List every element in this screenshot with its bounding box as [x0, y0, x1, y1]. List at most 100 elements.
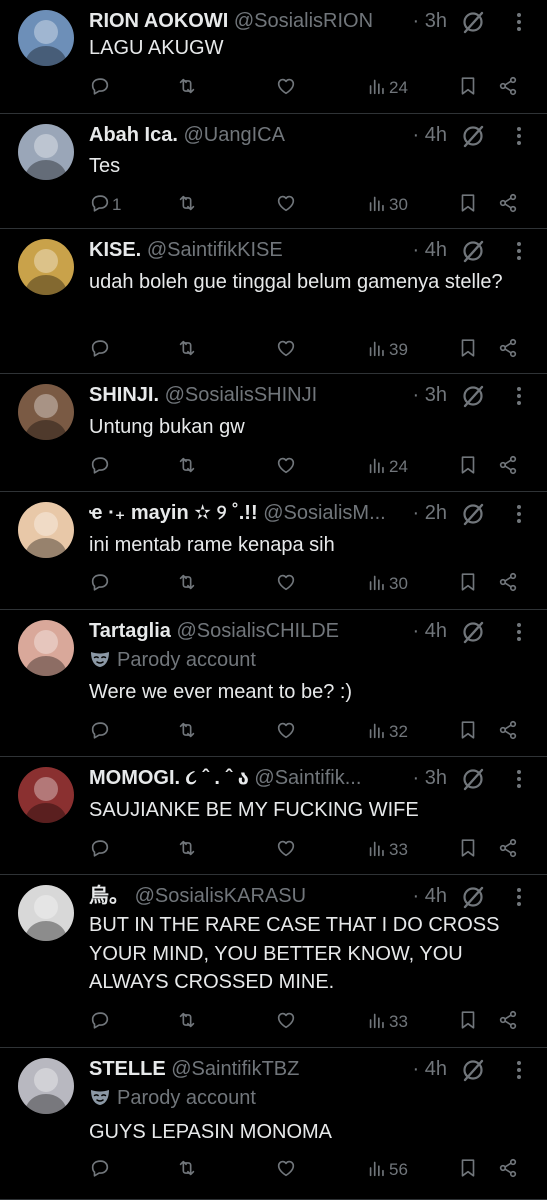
bookmark-button[interactable]	[457, 190, 479, 220]
display-name[interactable]: SHINJI.	[89, 384, 159, 406]
more-icon[interactable]	[508, 239, 530, 263]
display-name[interactable]: STELLE	[89, 1058, 166, 1080]
user-handle[interactable]: @SaintifikKISE	[147, 239, 283, 261]
avatar[interactable]	[18, 767, 74, 823]
bookmark-button[interactable]	[457, 335, 479, 365]
share-button[interactable]	[497, 717, 519, 747]
display-name[interactable]: ҽ ·₊ mayin ✫ ୨ ˚.!!	[89, 502, 258, 524]
views-button[interactable]: 33	[366, 1007, 408, 1037]
display-name[interactable]: 烏。	[89, 885, 129, 907]
tweet[interactable]: MOMOGI. ૮ ˆ . ˆ ა @Saintifik... · 3h SAUJI…	[0, 757, 547, 875]
share-button[interactable]	[497, 190, 519, 220]
timestamp[interactable]: · 4h	[408, 1056, 447, 1082]
like-button[interactable]	[275, 73, 297, 103]
bookmark-button[interactable]	[457, 717, 479, 747]
avatar[interactable]	[18, 239, 74, 295]
timestamp[interactable]: · 2h	[408, 500, 447, 526]
views-button[interactable]: 39	[366, 335, 408, 365]
reply-button[interactable]	[89, 73, 112, 103]
reply-button[interactable]	[89, 717, 112, 747]
reply-button[interactable]	[89, 335, 112, 365]
avatar[interactable]	[18, 1058, 74, 1114]
user-handle[interactable]: @SaintifikTBZ	[171, 1058, 299, 1080]
avatar[interactable]	[18, 10, 74, 66]
reply-button[interactable]: 1	[89, 190, 121, 220]
share-button[interactable]	[497, 835, 519, 865]
tweet[interactable]: Abah Ica. @UangICA · 4h Tes 1 30	[0, 114, 547, 229]
like-button[interactable]	[275, 569, 297, 599]
share-button[interactable]	[497, 335, 519, 365]
timestamp[interactable]: · 4h	[408, 883, 447, 909]
more-icon[interactable]	[508, 10, 530, 34]
bookmark-button[interactable]	[457, 452, 479, 482]
like-button[interactable]	[275, 452, 297, 482]
more-icon[interactable]	[508, 384, 530, 408]
tweet[interactable]: Tartaglia @SosialisCHILDE · 4h Parody acco…	[0, 610, 547, 757]
avatar[interactable]	[18, 384, 74, 440]
bookmark-button[interactable]	[457, 1007, 479, 1037]
more-icon[interactable]	[508, 767, 530, 791]
share-button[interactable]	[497, 73, 519, 103]
display-name[interactable]: Abah Ica.	[89, 124, 178, 146]
views-button[interactable]: 56	[366, 1155, 408, 1185]
timestamp[interactable]: · 3h	[408, 765, 447, 791]
views-button[interactable]: 30	[366, 569, 408, 599]
share-button[interactable]	[497, 569, 519, 599]
bookmark-button[interactable]	[457, 569, 479, 599]
like-button[interactable]	[275, 190, 297, 220]
grok-icon[interactable]	[460, 1057, 486, 1083]
retweet-button[interactable]	[176, 569, 198, 599]
grok-icon[interactable]	[460, 884, 486, 910]
user-handle[interactable]: @Saintifik...	[254, 767, 361, 789]
more-icon[interactable]	[508, 620, 530, 644]
user-handle[interactable]: @SosialisSHINJI	[165, 384, 318, 406]
more-icon[interactable]	[508, 502, 530, 526]
views-button[interactable]: 32	[366, 717, 408, 747]
share-button[interactable]	[497, 1155, 519, 1185]
grok-icon[interactable]	[460, 619, 486, 645]
display-name[interactable]: MOMOGI. ૮ ˆ . ˆ ა	[89, 767, 249, 789]
tweet[interactable]: SHINJI. @SosialisSHINJI · 3h Untung bukan …	[0, 374, 547, 492]
display-name[interactable]: KISE.	[89, 239, 141, 261]
more-icon[interactable]	[508, 124, 530, 148]
grok-icon[interactable]	[460, 501, 486, 527]
reply-button[interactable]	[89, 835, 112, 865]
views-button[interactable]: 24	[366, 452, 408, 482]
retweet-button[interactable]	[176, 1007, 198, 1037]
bookmark-button[interactable]	[457, 835, 479, 865]
user-handle[interactable]: @SosialisRION	[234, 10, 373, 32]
more-icon[interactable]	[508, 885, 530, 909]
avatar[interactable]	[18, 502, 74, 558]
timestamp[interactable]: · 3h	[408, 8, 447, 34]
share-button[interactable]	[497, 452, 519, 482]
retweet-button[interactable]	[176, 73, 198, 103]
reply-button[interactable]	[89, 1007, 112, 1037]
timestamp[interactable]: · 4h	[408, 618, 447, 644]
views-button[interactable]: 24	[366, 73, 408, 103]
retweet-button[interactable]	[176, 335, 198, 365]
retweet-button[interactable]	[176, 452, 198, 482]
grok-icon[interactable]	[460, 123, 486, 149]
grok-icon[interactable]	[460, 238, 486, 264]
avatar[interactable]	[18, 885, 74, 941]
like-button[interactable]	[275, 717, 297, 747]
like-button[interactable]	[275, 835, 297, 865]
grok-icon[interactable]	[460, 383, 486, 409]
share-button[interactable]	[497, 1007, 519, 1037]
views-button[interactable]: 30	[366, 190, 408, 220]
like-button[interactable]	[275, 1007, 297, 1037]
timestamp[interactable]: · 4h	[408, 122, 447, 148]
bookmark-button[interactable]	[457, 73, 479, 103]
grok-icon[interactable]	[460, 766, 486, 792]
tweet[interactable]: 烏。 @SosialisKARASU · 4h BUT IN THE RARE CA…	[0, 875, 547, 1048]
retweet-button[interactable]	[176, 717, 198, 747]
grok-icon[interactable]	[460, 9, 486, 35]
user-handle[interactable]: @UangICA	[183, 124, 284, 146]
avatar[interactable]	[18, 620, 74, 676]
display-name[interactable]: RION AOKOWI	[89, 10, 228, 32]
tweet[interactable]: STELLE @SaintifikTBZ · 4h Parody account GU…	[0, 1048, 547, 1200]
like-button[interactable]	[275, 335, 297, 365]
timestamp[interactable]: · 4h	[408, 237, 447, 263]
retweet-button[interactable]	[176, 1155, 198, 1185]
avatar[interactable]	[18, 124, 74, 180]
